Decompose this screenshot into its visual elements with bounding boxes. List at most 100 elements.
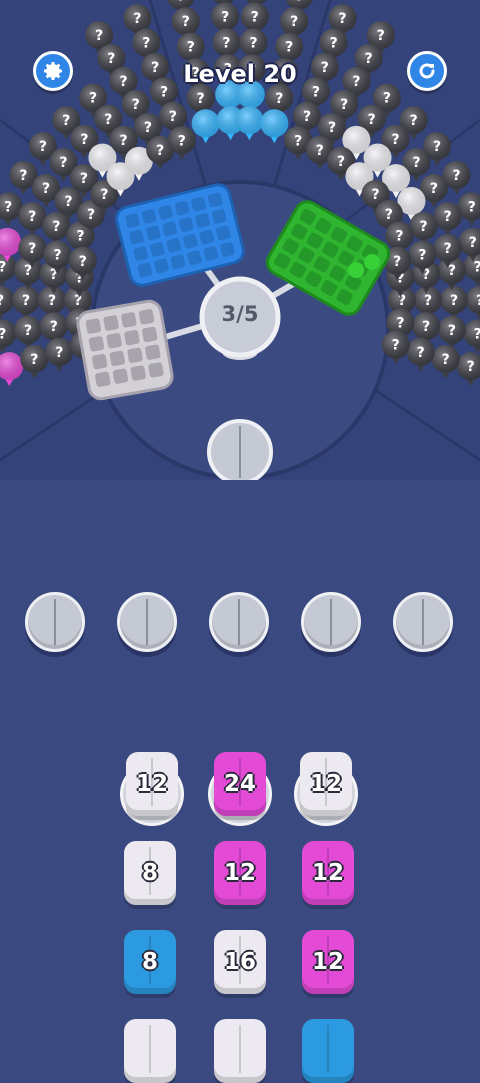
svg-text:?: ? bbox=[74, 293, 82, 309]
holding-slot-1[interactable] bbox=[25, 592, 85, 652]
svg-text:?: ? bbox=[330, 36, 338, 52]
svg-text:?: ? bbox=[48, 293, 56, 309]
svg-text:?: ? bbox=[28, 209, 36, 225]
svg-text:?: ? bbox=[474, 260, 480, 276]
box-count: 12 bbox=[311, 860, 344, 886]
progress-label: 3/5 bbox=[221, 302, 259, 326]
svg-text:?: ? bbox=[156, 143, 164, 159]
svg-text:?: ? bbox=[54, 248, 62, 264]
svg-text:?: ? bbox=[132, 97, 140, 113]
svg-text:?: ? bbox=[89, 91, 97, 107]
box-col2-row2: 12 bbox=[214, 841, 266, 905]
svg-text:?: ? bbox=[28, 241, 36, 257]
svg-text:?: ? bbox=[52, 219, 60, 235]
svg-text:?: ? bbox=[337, 154, 345, 170]
svg-text:?: ? bbox=[55, 345, 63, 361]
green-ball-in-crate bbox=[364, 254, 380, 270]
svg-text:?: ? bbox=[133, 11, 141, 27]
svg-text:?: ? bbox=[251, 9, 259, 25]
svg-text:?: ? bbox=[393, 254, 401, 270]
svg-text:?: ? bbox=[22, 293, 30, 309]
box-col3-row3: 12 bbox=[302, 930, 354, 994]
svg-text:?: ? bbox=[396, 316, 404, 332]
svg-text:?: ? bbox=[0, 293, 4, 309]
box-col2-row3: 16 bbox=[214, 930, 266, 994]
svg-text:?: ? bbox=[187, 40, 195, 56]
svg-text:?: ? bbox=[385, 207, 393, 223]
svg-text:?: ? bbox=[87, 207, 95, 223]
holding-slot-2[interactable] bbox=[117, 592, 177, 652]
svg-text:?: ? bbox=[50, 319, 58, 335]
box-col2-row1[interactable]: 24 bbox=[214, 752, 266, 816]
svg-text:?: ? bbox=[120, 133, 128, 149]
svg-text:?: ? bbox=[410, 113, 418, 129]
svg-text:?: ? bbox=[295, 0, 303, 5]
svg-text:?: ? bbox=[42, 181, 50, 197]
svg-text:?: ? bbox=[383, 91, 391, 107]
box-count: 12 bbox=[311, 949, 344, 975]
gray-crate[interactable] bbox=[76, 299, 174, 401]
svg-text:?: ? bbox=[422, 319, 430, 335]
svg-text:?: ? bbox=[197, 91, 205, 107]
svg-text:?: ? bbox=[100, 187, 108, 203]
svg-text:?: ? bbox=[316, 143, 324, 159]
svg-text:?: ? bbox=[80, 171, 88, 187]
svg-text:?: ? bbox=[144, 120, 152, 136]
box-count: 12 bbox=[309, 771, 342, 797]
box-col3-row1[interactable]: 12 bbox=[300, 752, 352, 816]
svg-text:?: ? bbox=[221, 9, 229, 25]
svg-text:?: ? bbox=[64, 194, 72, 210]
svg-text:?: ? bbox=[444, 209, 452, 225]
box-count: 24 bbox=[223, 771, 256, 797]
svg-text:?: ? bbox=[418, 248, 426, 264]
restart-button[interactable] bbox=[407, 51, 447, 91]
svg-text:?: ? bbox=[24, 323, 32, 339]
svg-text:?: ? bbox=[19, 168, 27, 184]
svg-text:?: ? bbox=[142, 36, 150, 52]
svg-text:?: ? bbox=[177, 0, 185, 5]
svg-text:?: ? bbox=[450, 293, 458, 309]
svg-text:?: ? bbox=[474, 326, 480, 342]
svg-text:?: ? bbox=[249, 35, 257, 51]
svg-text:?: ? bbox=[377, 28, 385, 44]
svg-text:?: ? bbox=[417, 345, 425, 361]
svg-text:?: ? bbox=[467, 359, 475, 375]
svg-text:?: ? bbox=[392, 338, 400, 354]
box-count: 16 bbox=[223, 949, 256, 975]
holding-slot-5[interactable] bbox=[393, 592, 453, 652]
svg-text:?: ? bbox=[80, 132, 88, 148]
svg-text:?: ? bbox=[290, 14, 298, 30]
svg-text:?: ? bbox=[476, 293, 480, 309]
box-count: 12 bbox=[223, 860, 256, 886]
svg-text:?: ? bbox=[95, 28, 103, 44]
holding-slot-4[interactable] bbox=[301, 592, 361, 652]
svg-text:?: ? bbox=[79, 254, 87, 270]
svg-text:?: ? bbox=[104, 112, 112, 128]
box-col1-row1[interactable]: 12 bbox=[126, 752, 178, 816]
svg-text:?: ? bbox=[4, 199, 12, 215]
svg-text:?: ? bbox=[30, 352, 38, 368]
svg-text:?: ? bbox=[222, 35, 230, 51]
svg-text:?: ? bbox=[469, 235, 477, 251]
restart-icon bbox=[419, 63, 435, 79]
svg-text:?: ? bbox=[452, 168, 460, 184]
svg-text:?: ? bbox=[39, 139, 47, 155]
box-count: 8 bbox=[141, 860, 158, 886]
svg-text:?: ? bbox=[178, 133, 186, 149]
holding-slot-3[interactable] bbox=[209, 592, 269, 652]
svg-text:?: ? bbox=[433, 139, 441, 155]
svg-text:?: ? bbox=[420, 219, 428, 235]
box-col2-row4 bbox=[214, 1019, 266, 1083]
svg-text:?: ? bbox=[59, 155, 67, 171]
svg-text:?: ? bbox=[371, 187, 379, 203]
svg-text:?: ? bbox=[294, 133, 302, 149]
svg-text:?: ? bbox=[430, 181, 438, 197]
svg-text:?: ? bbox=[448, 323, 456, 339]
svg-text:?: ? bbox=[339, 11, 347, 27]
svg-text:?: ? bbox=[412, 155, 420, 171]
svg-text:?: ? bbox=[303, 109, 311, 125]
svg-text:?: ? bbox=[468, 199, 476, 215]
svg-text:?: ? bbox=[444, 241, 452, 257]
svg-text:?: ? bbox=[169, 109, 177, 125]
green-ball-in-crate bbox=[348, 262, 364, 278]
